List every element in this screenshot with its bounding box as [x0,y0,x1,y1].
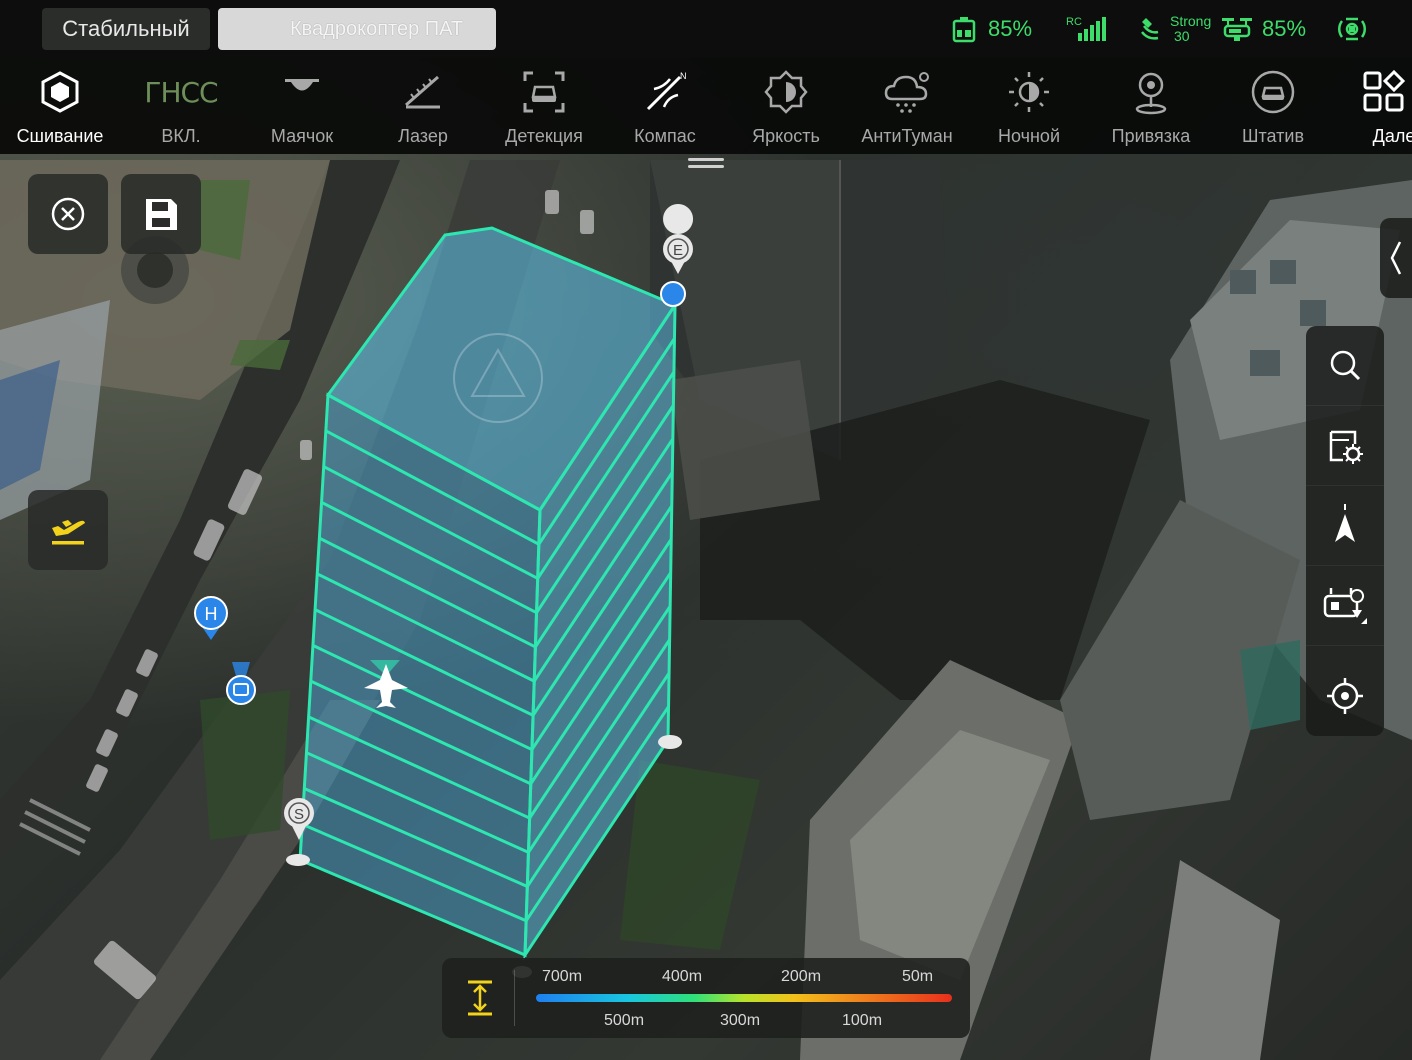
start-marker-label: S [294,806,304,823]
toolbar-item-label: ВКЛ. [161,126,201,146]
legend-label: 100m [842,1012,883,1029]
video-signal-status: Strong 30 [1138,0,1211,58]
more-grid-icon [1363,69,1406,112]
drone-battery-status: 85% [1220,0,1306,58]
close-icon [51,197,85,231]
signal-strength-label: Strong [1170,13,1212,29]
legend-label: 500m [604,1012,645,1029]
toolbar-item-compass[interactable]: N Компас [605,58,725,154]
home-point-marker[interactable]: H [194,596,228,640]
locate-target-icon [1327,678,1363,714]
rc-location-icon [1323,587,1367,624]
flight-mode-button[interactable]: Стабильный [42,8,210,50]
close-mission-button[interactable] [28,174,108,254]
toolbar-item-label: Ночной [998,126,1060,146]
rc-position-marker [226,662,256,705]
rc-locate-button[interactable] [1306,566,1384,646]
brightness-icon [764,70,808,114]
laser-ruler-icon [405,75,440,109]
antifog-icon [884,72,929,113]
toolbar-item-beacon[interactable]: Маячок [242,58,362,154]
satellite-signal-icon [1141,18,1159,40]
toolbar-item-laser[interactable]: Лазер [363,58,483,154]
svg-text:N: N [680,71,687,81]
gnss-icon: ГНСС [144,75,218,109]
toolbar-item-stitch[interactable]: Сшивание [0,58,120,154]
toolbar-item-label: Маячок [270,126,334,146]
toolbar-item-tripod[interactable]: Штатив [1213,58,1333,154]
toolbar-item-antifog[interactable]: АнтиТуман [847,58,967,154]
toolbar-item-label: Компас [634,126,696,146]
toolbar-item-label: Детекция [505,126,583,146]
night-icon [1009,72,1049,112]
save-icon [146,199,177,230]
live-broadcast-icon [1338,17,1366,41]
rc-battery-icon [952,17,976,43]
toolbar-item-label: Штатив [1241,126,1304,146]
map-search-button[interactable] [1306,326,1384,406]
anchor-pin-icon [1135,72,1167,115]
drone-battery-icon [1222,18,1252,41]
stitch-cube-icon [41,71,79,113]
live-status[interactable] [1334,0,1370,58]
toolbar-item-label: Привязка [1111,126,1191,146]
locate-aircraft-button[interactable] [1306,656,1384,736]
toolbar-item-label: Далее [1372,126,1412,146]
toolbar-item-gnss[interactable]: ГНСС ВКЛ. [121,58,241,154]
legend-label: 300m [720,1012,761,1029]
legend-label: 700m [542,968,583,985]
signal-value: 30 [1174,28,1190,44]
drone-battery-percent: 85% [1262,16,1307,41]
chevron-left-icon [1390,241,1402,275]
toolbar-drag-handle[interactable] [688,158,724,170]
toolbar-item-more[interactable]: Далее [1324,58,1412,154]
search-icon [1330,350,1361,380]
toolbar-item-brightness[interactable]: Яркость [726,58,846,154]
legend-label: 50m [902,968,934,985]
waypoint-dot[interactable] [658,735,682,749]
map-settings-icon [1329,430,1363,464]
altitude-icon[interactable] [462,978,498,1018]
legend-label: 400m [662,968,703,985]
toolbar-item-label: АнтиТуман [861,126,953,146]
altitude-legend: 700m 400m 200m 50m 500m 300m 100m [442,958,970,1038]
north-lock-button[interactable] [1306,486,1384,566]
takeoff-button[interactable] [28,490,108,570]
toolbar-item-night[interactable]: Ночной [969,58,1089,154]
camera-toolbar: Сшивание ГНСС ВКЛ. Маячок Лазер Детекция… [0,58,1412,154]
status-bar: Стабильный Квадрокоптер ПАТ 85% RC Stron… [0,0,1412,58]
north-arrow-icon [1335,503,1355,542]
rc-signal-status: RC [1066,0,1110,58]
legend-divider [514,970,515,1026]
home-marker-label: H [205,604,218,624]
rc-battery-percent: 85% [988,16,1033,41]
detection-icon [523,71,565,113]
map-settings-button[interactable] [1306,406,1384,486]
end-marker-label: E [673,242,683,259]
tripod-icon [1251,70,1295,114]
toolbar-item-label: Яркость [752,126,820,146]
altitude-color-scale [536,994,952,1002]
device-name-button[interactable]: Квадрокоптер ПАТ [218,8,496,50]
save-mission-button[interactable] [121,174,201,254]
rc-label: RC [1066,16,1082,28]
toolbar-item-anchor[interactable]: Привязка [1091,58,1211,154]
toolbar-item-detection[interactable]: Детекция [484,58,604,154]
legend-label: 200m [781,968,822,985]
takeoff-icon [52,520,85,545]
rc-battery-status: 85% [950,0,1032,58]
map-tools-panel [1306,326,1384,736]
beacon-icon [285,79,319,91]
side-panel-expand-tab[interactable] [1380,218,1412,298]
toolbar-item-label: Лазер [398,126,448,146]
compass-icon: N [646,71,687,111]
device-name-label: Квадрокоптер ПАТ [290,18,464,40]
